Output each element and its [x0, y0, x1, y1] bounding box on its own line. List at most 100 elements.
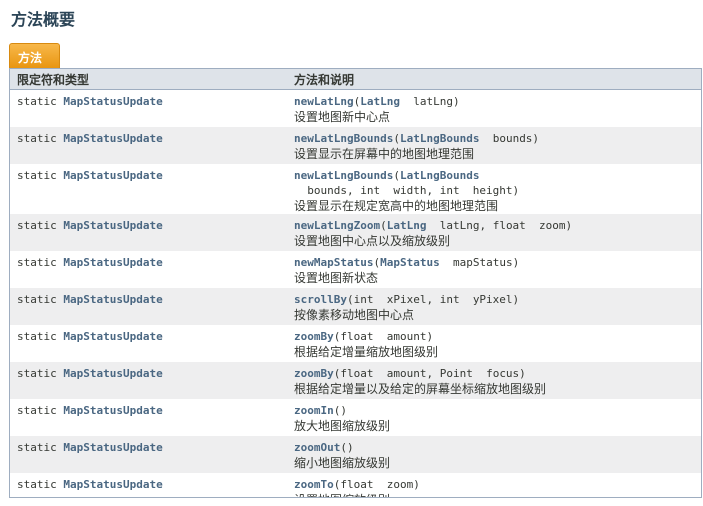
modifier-type-cell: static MapStatusUpdate — [10, 398, 287, 436]
method-signature-open: ( — [393, 131, 400, 145]
modifier-text: static — [17, 292, 64, 306]
modifier-text: static — [17, 218, 64, 232]
method-name-link[interactable]: zoomIn — [294, 404, 334, 417]
table-row: static MapStatusUpdate newMapStatus(MapSt… — [10, 250, 701, 288]
modifier-type-cell: static MapStatusUpdate — [10, 163, 287, 214]
modifier-text: static — [17, 131, 64, 145]
method-cell: zoomOut() 缩小地图缩放级别 — [287, 435, 701, 473]
modifier-text: static — [17, 329, 64, 343]
method-params: bounds, int width, int height) — [294, 183, 520, 197]
method-params: latLng, float zoom) — [426, 218, 573, 232]
modifier-type-cell: static MapStatusUpdate — [10, 126, 287, 164]
method-description: 设置地图缩放级别 — [294, 492, 701, 498]
page-title: 方法概要 — [11, 10, 76, 29]
return-type-link[interactable]: MapStatusUpdate — [63, 404, 162, 417]
method-cell: newLatLngBounds(LatLngBounds bounds) 设置显示… — [287, 126, 701, 164]
modifier-text: static — [17, 95, 64, 108]
method-signature-open: () — [340, 440, 354, 454]
param-type-link[interactable]: LatLng — [360, 95, 400, 108]
method-signature-open: () — [333, 403, 347, 417]
return-type-link[interactable]: MapStatusUpdate — [63, 367, 162, 380]
param-type-link[interactable]: LatLngBounds — [400, 169, 479, 182]
modifier-type-cell: static MapStatusUpdate — [10, 324, 287, 362]
modifier-text: static — [17, 366, 64, 380]
method-cell: zoomIn() 放大地图缩放级别 — [287, 398, 701, 436]
modifier-type-cell: static MapStatusUpdate — [10, 435, 287, 473]
return-type-link[interactable]: MapStatusUpdate — [63, 330, 162, 343]
table-row: static MapStatusUpdate newLatLngZoom(LatL… — [10, 213, 701, 251]
method-signature-open: (float amount) — [333, 329, 434, 343]
table-row: static MapStatusUpdate zoomBy(float amoun… — [10, 324, 701, 362]
modifier-text: static — [17, 440, 64, 454]
table-header-row: 限定符和类型 方法和说明 — [10, 69, 701, 90]
table-row: static MapStatusUpdate newLatLngBounds(La… — [10, 126, 701, 164]
column-header-method-description: 方法和说明 — [287, 69, 701, 90]
method-name-link[interactable]: zoomTo — [294, 478, 334, 491]
method-signature-open: (int xPixel, int yPixel) — [346, 292, 520, 306]
method-params: latLng) — [399, 95, 460, 108]
modifier-text: static — [17, 403, 64, 417]
return-type-link[interactable]: MapStatusUpdate — [63, 95, 162, 108]
param-type-link[interactable]: MapStatus — [380, 256, 440, 269]
method-name-link[interactable]: scrollBy — [294, 293, 347, 306]
method-cell: newLatLngZoom(LatLng latLng, float zoom)… — [287, 213, 701, 251]
method-description: 设置显示在屏幕中的地图地理范围 — [294, 146, 475, 161]
method-name-link[interactable]: zoomBy — [294, 367, 334, 380]
modifier-type-cell: static MapStatusUpdate — [10, 361, 287, 399]
method-cell: scrollBy(int xPixel, int yPixel) 按像素移动地图中… — [287, 287, 701, 325]
method-description: 放大地图缩放级别 — [294, 418, 391, 433]
method-name-link[interactable]: newLatLngBounds — [294, 132, 393, 145]
return-type-link[interactable]: MapStatusUpdate — [63, 478, 162, 491]
method-cell: zoomBy(float amount) 根据给定增量缩放地图级别 — [287, 324, 701, 362]
modifier-type-cell: static MapStatusUpdate — [10, 250, 287, 288]
modifier-type-cell: static MapStatusUpdate — [10, 89, 287, 127]
method-cell: zoomTo(float zoom)设置地图缩放级别 — [287, 472, 701, 498]
method-signature-open: (float amount, Point focus) — [333, 366, 526, 380]
modifier-text: static — [17, 168, 64, 182]
method-description: 设置地图中心点以及缩放级别 — [294, 233, 451, 248]
table-row: static MapStatusUpdate zoomTo(float zoom)… — [10, 472, 701, 498]
method-cell: newMapStatus(MapStatus mapStatus) 设置地图新状态 — [287, 250, 701, 288]
method-name-link[interactable]: newLatLng — [294, 95, 354, 108]
return-type-link[interactable]: MapStatusUpdate — [63, 256, 162, 269]
table-row: static MapStatusUpdate scrollBy(int xPixe… — [10, 287, 701, 325]
table-row: static MapStatusUpdate zoomBy(float amoun… — [10, 361, 701, 399]
method-name-link[interactable]: zoomBy — [294, 330, 334, 343]
method-name-link[interactable]: newLatLngZoom — [294, 219, 380, 232]
tab-methods-label: 方法 — [18, 51, 43, 65]
method-name-link[interactable]: zoomOut — [294, 441, 340, 454]
method-cell: newLatLngBounds(LatLngBounds bounds, int… — [287, 163, 701, 214]
modifier-text: static — [17, 255, 64, 269]
return-type-link[interactable]: MapStatusUpdate — [63, 441, 162, 454]
param-type-link[interactable]: LatLng — [387, 219, 427, 232]
column-header-modifier-type: 限定符和类型 — [10, 69, 287, 90]
method-description: 根据给定增量以及给定的屏幕坐标缩放地图级别 — [294, 381, 547, 396]
method-description: 根据给定增量缩放地图级别 — [294, 344, 439, 359]
param-type-link[interactable]: LatLngBounds — [400, 132, 479, 145]
table-row: static MapStatusUpdate newLatLngBounds(La… — [10, 163, 701, 214]
tab-methods[interactable]: 方法 — [9, 43, 60, 69]
method-description: 缩小地图缩放级别 — [294, 455, 391, 470]
table-row: static MapStatusUpdate newLatLng(LatLng l… — [10, 89, 701, 127]
method-description: 设置地图新状态 — [294, 270, 379, 285]
return-type-link[interactable]: MapStatusUpdate — [63, 293, 162, 306]
method-signature-open: (float zoom) — [333, 477, 420, 491]
method-name-link[interactable]: newLatLngBounds — [294, 169, 393, 182]
method-params: bounds) — [479, 131, 540, 145]
method-name-link[interactable]: newMapStatus — [294, 256, 373, 269]
method-signature-open: ( — [393, 168, 400, 182]
method-summary-table: 限定符和类型 方法和说明 static MapStatusUpdate newLa… — [9, 68, 702, 498]
modifier-text: static — [17, 477, 64, 491]
method-description: 设置地图新中心点 — [294, 110, 391, 124]
return-type-link[interactable]: MapStatusUpdate — [63, 132, 162, 145]
method-description: 按像素移动地图中心点 — [294, 307, 415, 322]
table-row: static MapStatusUpdate zoomOut() 缩小地图缩放级别 — [10, 435, 701, 473]
method-cell: zoomBy(float amount, Point focus) 根据给定增量以… — [287, 361, 701, 399]
method-cell: newLatLng(LatLng latLng) 设置地图新中心点 — [287, 89, 701, 127]
modifier-type-cell: static MapStatusUpdate — [10, 287, 287, 325]
method-params: mapStatus) — [439, 255, 520, 269]
method-description: 设置显示在规定宽高中的地图地理范围 — [294, 198, 499, 213]
return-type-link[interactable]: MapStatusUpdate — [63, 169, 162, 182]
modifier-type-cell: static MapStatusUpdate — [10, 213, 287, 251]
return-type-link[interactable]: MapStatusUpdate — [63, 219, 162, 232]
